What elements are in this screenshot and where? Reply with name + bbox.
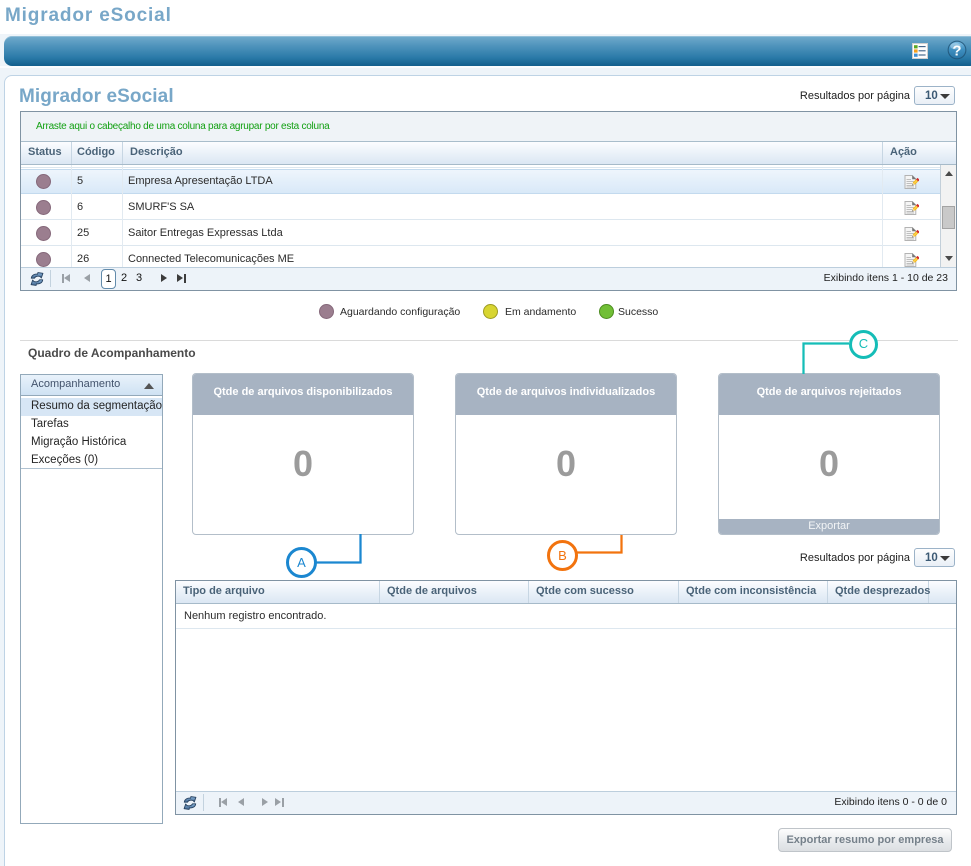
svg-text:?: ? — [952, 42, 961, 59]
